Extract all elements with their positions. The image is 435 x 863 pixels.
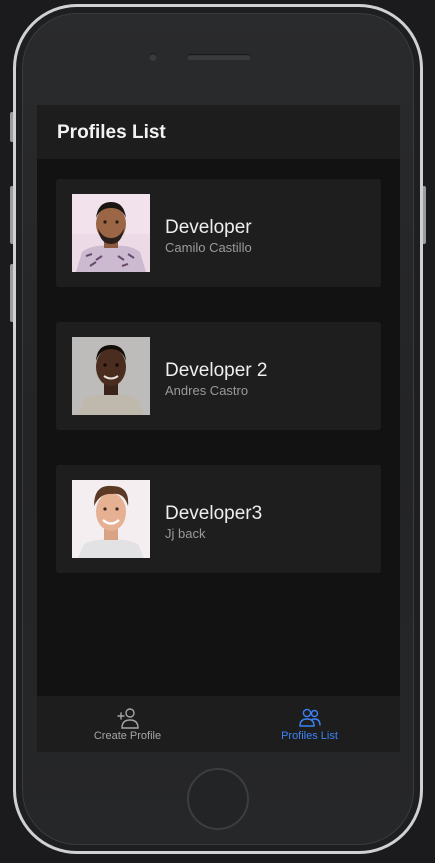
profile-avatar xyxy=(72,194,150,272)
profile-card[interactable]: Developer3 Jj back xyxy=(56,465,381,573)
tab-label: Create Profile xyxy=(93,730,162,742)
profile-avatar xyxy=(72,480,150,558)
front-camera xyxy=(149,53,157,61)
home-button[interactable] xyxy=(187,768,249,830)
profile-name: Camilo Castillo xyxy=(165,240,252,255)
app-screen: Profiles List Developer Camilo Castillo … xyxy=(37,105,400,752)
profile-title: Developer3 xyxy=(165,503,263,524)
profile-name: Andres Castro xyxy=(165,383,249,398)
users-icon xyxy=(298,707,322,729)
add-user-icon xyxy=(116,707,140,729)
app-header: Profiles List xyxy=(37,105,400,159)
profile-avatar xyxy=(72,337,150,415)
profile-card[interactable]: Developer 2 Andres Castro xyxy=(56,322,381,430)
page-title: Profiles List xyxy=(57,122,166,143)
profile-card[interactable]: Developer Camilo Castillo xyxy=(56,179,381,287)
profile-title: Developer 2 xyxy=(165,360,268,381)
bottom-tab-bar: Create Profile Profiles List xyxy=(37,696,400,752)
profile-title: Developer xyxy=(165,217,252,238)
page: Profiles List Developer Camilo Castillo … xyxy=(0,0,435,863)
profile-name: Jj back xyxy=(165,526,206,541)
tab-label: Profiles List xyxy=(281,730,338,742)
earpiece-speaker xyxy=(187,54,251,60)
tab-profiles-list[interactable]: Profiles List xyxy=(219,696,400,752)
tab-create-profile[interactable]: Create Profile xyxy=(37,696,218,752)
